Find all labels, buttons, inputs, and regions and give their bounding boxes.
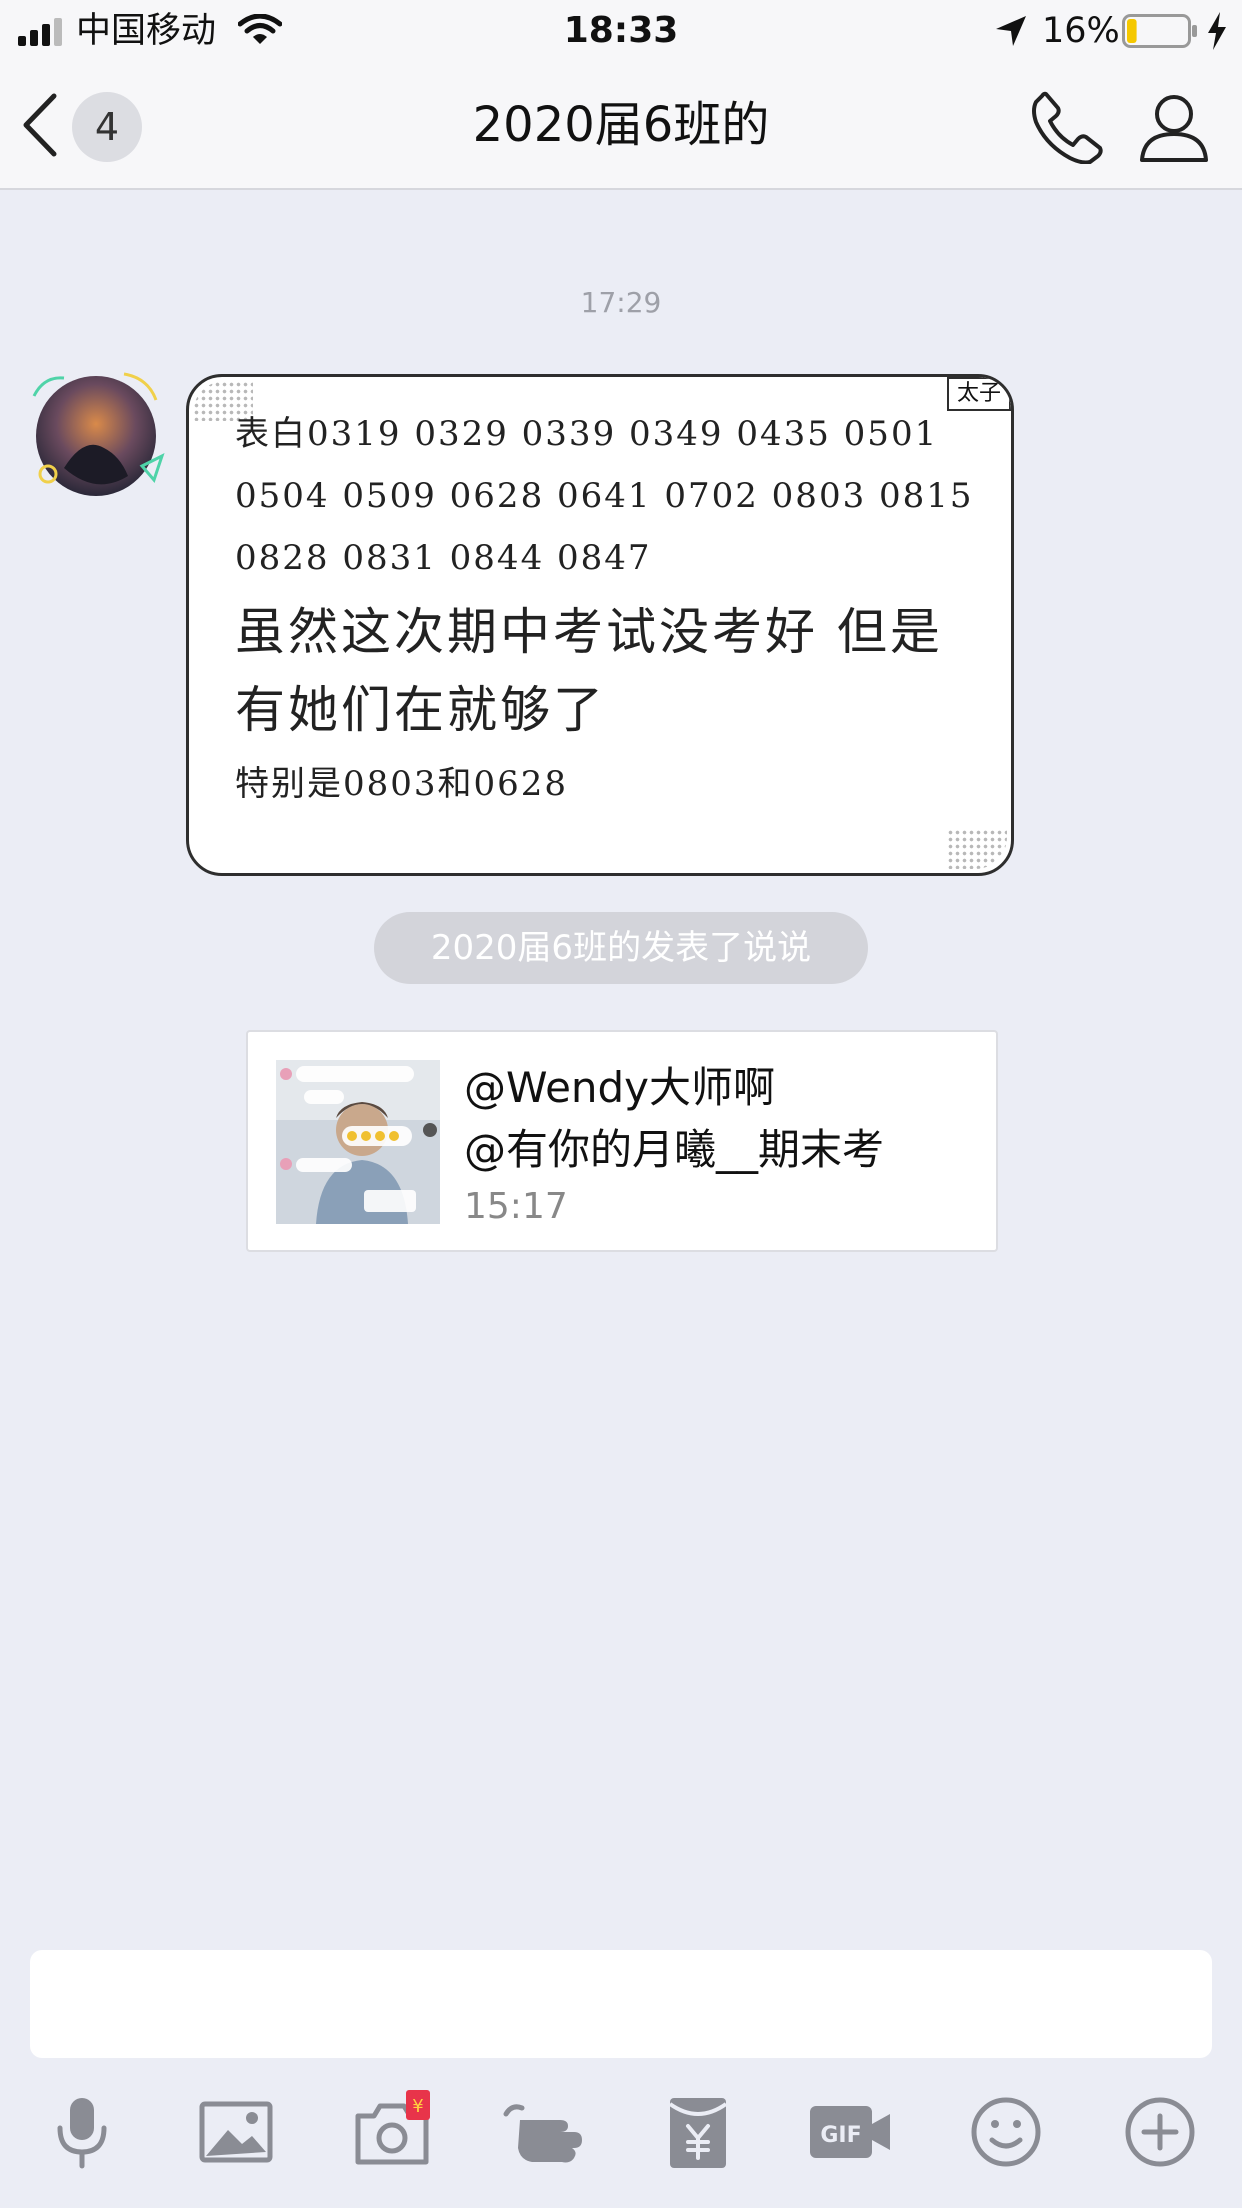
image-icon[interactable] — [194, 2090, 278, 2174]
post-mention: @有你的月曦__期末考 — [464, 1125, 885, 1174]
shared-post-card[interactable]: @Wendy大师啊 @有你的月曦__期末考 15:17 — [246, 1030, 998, 1252]
system-notice[interactable]: 2020届6班的发表了说说 — [374, 912, 868, 984]
red-packet-symbol: ¥ — [412, 2096, 423, 2117]
message-input[interactable] — [30, 1950, 1212, 2058]
post-thumbnail — [276, 1060, 440, 1224]
status-bar: 中国移动 18:33 16% — [0, 0, 1242, 62]
poke-icon[interactable] — [502, 2090, 586, 2174]
post-mention: @Wendy大师啊 — [464, 1063, 776, 1112]
message-line: 表白0319 0329 0339 0349 0435 0501 0504 050… — [235, 414, 974, 578]
svg-text:GIF: GIF — [820, 2123, 861, 2148]
battery-percent: 16% — [1042, 11, 1120, 51]
post-time: 15:17 — [464, 1186, 568, 1227]
plus-icon[interactable] — [1118, 2090, 1202, 2174]
message-timestamp: 17:29 — [580, 286, 662, 319]
microphone-icon[interactable] — [40, 2090, 124, 2174]
bubble-decoration — [947, 829, 1007, 869]
nav-bar: 4 2020届6班的 — [0, 62, 1242, 190]
emoji-icon[interactable] — [964, 2090, 1048, 2174]
message-line: 虽然这次期中考试没考好 但是有她们在就够了 — [235, 603, 943, 739]
red-packet-icon[interactable] — [656, 2090, 740, 2174]
battery-icon — [1122, 14, 1197, 48]
camera-icon[interactable]: ¥ — [350, 2090, 434, 2174]
message-line: 特别是0803和0628 — [235, 764, 569, 804]
message-bubble[interactable]: 太子 表白0319 0329 0339 0349 0435 0501 0504 … — [186, 374, 1014, 876]
phone-icon[interactable] — [1030, 90, 1104, 164]
gif-icon[interactable]: GIF — [808, 2090, 892, 2174]
message-text: 表白0319 0329 0339 0349 0435 0501 0504 050… — [235, 403, 975, 811]
avatar[interactable] — [24, 356, 174, 506]
location-icon — [996, 16, 1026, 46]
profile-icon[interactable] — [1138, 90, 1210, 164]
charging-icon — [1208, 12, 1226, 50]
input-toolbar: ¥ GIF — [0, 2090, 1242, 2180]
